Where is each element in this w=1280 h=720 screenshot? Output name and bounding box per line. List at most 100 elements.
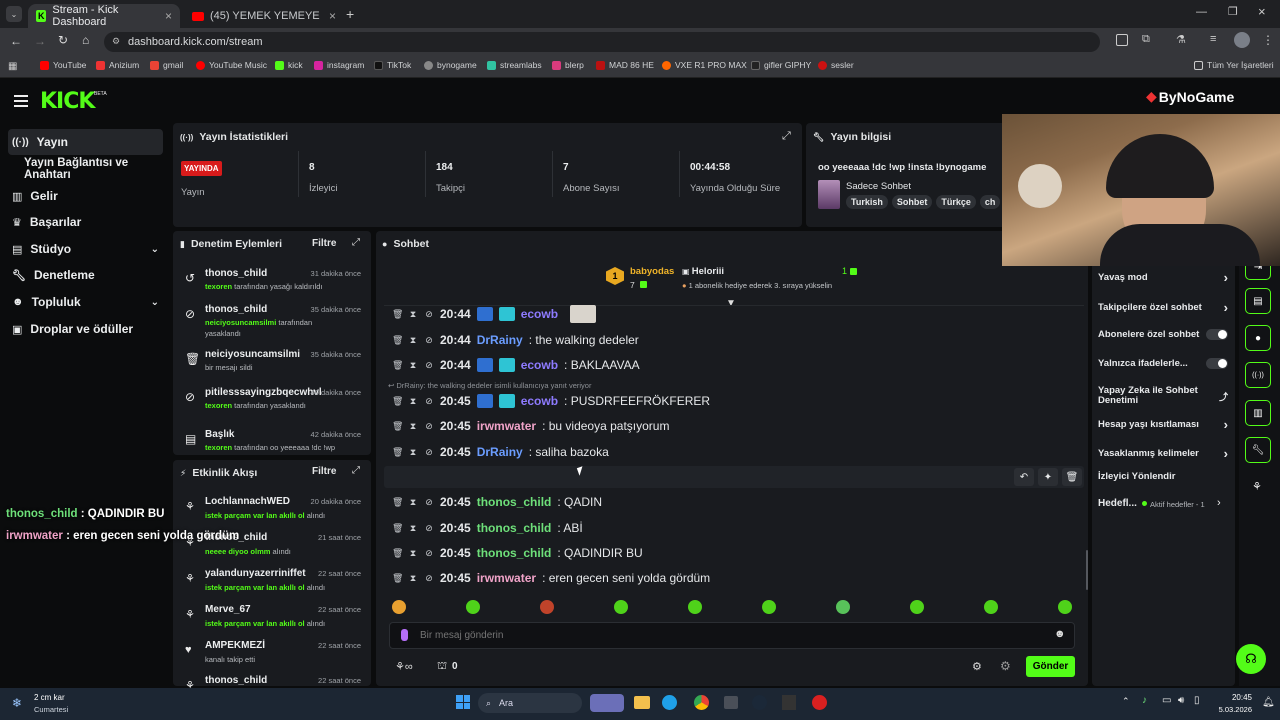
ban-icon[interactable]: ⊘ bbox=[424, 421, 434, 432]
mod-action-item[interactable]: ⊘ pitilesssayingzbqecwhvl 40 dakika önce te… bbox=[181, 385, 371, 421]
network-icon[interactable]: ▭ bbox=[1162, 695, 1171, 706]
activity-item[interactable]: ♥ AMPEKMEZİ 22 saat önce kanalı takip etti bbox=[181, 638, 371, 672]
chat-message[interactable]: 🗑︎ ⧗ ⊘ 20:44 DrRainy: the walking dedeler bbox=[392, 330, 639, 350]
goals-label[interactable]: Hedefl... bbox=[1098, 498, 1137, 509]
chat-message[interactable]: 🗑︎ ⧗ ⊘ 20:44 ecowb: BAKLAAVAA bbox=[392, 355, 640, 375]
timeout-icon[interactable]: ⧗ bbox=[408, 335, 418, 346]
emote-icon[interactable] bbox=[910, 600, 924, 614]
chat-setting-item[interactable]: Hesap yaşı kısıtlaması › bbox=[1098, 417, 1228, 432]
bookmark-giphy[interactable]: gifler GIPHY bbox=[751, 60, 811, 70]
expand-icon[interactable]: ⤢ bbox=[352, 237, 360, 248]
message-username[interactable]: ecowb bbox=[521, 307, 558, 321]
file-explorer-icon[interactable] bbox=[634, 696, 650, 709]
volume-icon[interactable]: 🔊︎ bbox=[1178, 695, 1184, 706]
sidebar-item-topluluk[interactable]: ☻ Topluluk ⌄ bbox=[8, 289, 163, 315]
emote-icon[interactable] bbox=[688, 600, 702, 614]
bookmark-youtube[interactable]: YouTube bbox=[40, 60, 86, 70]
bookmark-streamlabs[interactable]: streamlabs bbox=[487, 60, 542, 70]
screenshot-icon[interactable] bbox=[1116, 34, 1128, 46]
emote-icon[interactable] bbox=[984, 600, 998, 614]
chevron-right-icon[interactable]: › bbox=[1217, 497, 1221, 509]
message-username[interactable]: ecowb bbox=[521, 358, 558, 372]
message-username[interactable]: DrRainy bbox=[477, 333, 523, 347]
send-button[interactable]: Gönder bbox=[1026, 656, 1075, 677]
sidebar-item-denetleme[interactable]: 🔧︎ Denetleme bbox=[8, 262, 163, 288]
bookmark-vxe[interactable]: VXE R1 PRO MAX bbox=[662, 60, 747, 70]
chat-message[interactable]: 🗑︎ ⧗ ⊘ 20:45 irwmwater: eren gecen seni yold… bbox=[392, 568, 710, 588]
url-field[interactable]: ⚙ dashboard.kick.com/stream bbox=[104, 32, 1100, 52]
delete-message-icon[interactable]: 🗑︎ bbox=[392, 523, 403, 534]
timeout-icon[interactable]: ⧗ bbox=[408, 360, 418, 371]
delete-message-icon[interactable]: 🗑︎ bbox=[392, 335, 403, 346]
notification-icon[interactable]: 🔔︎ bbox=[1262, 697, 1275, 708]
menu-dots-icon[interactable]: ⋮ bbox=[1262, 33, 1274, 47]
bookmark-sesler[interactable]: sesler bbox=[818, 60, 854, 70]
mod-actions-filter-button[interactable]: Filtre bbox=[312, 238, 336, 249]
minimize-icon[interactable]: — bbox=[1196, 6, 1207, 18]
bookmark-anizium[interactable]: Anizium bbox=[96, 60, 139, 70]
sidebar-item-stream-key[interactable]: Yayın Bağlantısı ve Anahtarı bbox=[20, 156, 170, 182]
chat-setting-item[interactable]: Yasaklanmış kelimeler › bbox=[1098, 446, 1228, 461]
sidebar-item-studyo[interactable]: ▤ Stüdyo ⌄ bbox=[8, 236, 163, 262]
site-info-icon[interactable]: ⚙ bbox=[112, 36, 120, 47]
chat-setting-item[interactable]: Yalnızca ifadelerle... bbox=[1098, 358, 1228, 369]
bookmark-tiktok[interactable]: TikTok bbox=[374, 60, 411, 70]
chat-message[interactable]: 🗑︎ ⧗ ⊘ 20:45 thonos_child: ABİ bbox=[392, 518, 583, 538]
rail-layout-button[interactable]: ▥ bbox=[1245, 400, 1271, 426]
emote-icon[interactable] bbox=[762, 600, 776, 614]
close-tab-icon[interactable]: × bbox=[165, 9, 172, 23]
message-username[interactable]: DrRainy bbox=[477, 445, 523, 459]
tag-pill[interactable]: Türkçe bbox=[936, 195, 976, 209]
timeout-icon[interactable]: ⧗ bbox=[408, 447, 418, 458]
tray-chevron-icon[interactable]: ⌃ bbox=[1122, 696, 1130, 707]
lab-icon[interactable]: ⚗ bbox=[1176, 33, 1186, 46]
delete-message-icon[interactable]: 🗑︎ bbox=[392, 497, 403, 508]
media-icon[interactable]: ≡ bbox=[1210, 33, 1216, 45]
undo-icon[interactable]: ↶ bbox=[1014, 468, 1034, 486]
delete-message-icon[interactable]: 🗑︎ bbox=[392, 421, 403, 432]
timeout-icon[interactable]: ⧗ bbox=[408, 497, 418, 508]
weather-text[interactable]: 2 cm kar bbox=[34, 693, 65, 702]
message-username[interactable]: thonos_child bbox=[477, 546, 552, 560]
mod-tools-icon[interactable]: ⚙ bbox=[1000, 659, 1011, 673]
delete-message-icon[interactable]: 🗑︎ bbox=[392, 309, 403, 320]
expand-icon[interactable]: ⤢ bbox=[782, 130, 791, 143]
channel-points-icon[interactable]: ⚘∞ bbox=[395, 660, 413, 673]
rail-chat-button[interactable]: ● bbox=[1245, 325, 1271, 351]
delete-message-icon[interactable]: 🗑︎ bbox=[392, 548, 403, 559]
chat-message[interactable]: 🗑︎ ⧗ ⊘ 20:45 thonos_child: QADIN bbox=[392, 492, 602, 512]
clock-time[interactable]: 20:45 bbox=[1212, 693, 1252, 702]
sidebar-item-gelir[interactable]: ▥ Gelir bbox=[8, 183, 163, 209]
timeout-icon[interactable]: ⧗ bbox=[408, 309, 418, 320]
tag-pill[interactable]: Sohbet bbox=[891, 195, 933, 209]
expand-icon[interactable]: ⤢ bbox=[352, 465, 360, 476]
timeout-icon[interactable]: ⧗ bbox=[408, 573, 418, 584]
tab-search-icon[interactable]: ⌄ bbox=[6, 6, 22, 22]
mod-action-item[interactable]: 🗑︎ neiciyosuncamsilmi 35 dakika önce bir me… bbox=[181, 347, 371, 383]
ban-icon[interactable]: ⊘ bbox=[424, 497, 434, 508]
back-icon[interactable]: ← bbox=[10, 34, 22, 48]
emote-icon[interactable] bbox=[540, 600, 554, 614]
ban-icon[interactable]: ⊘ bbox=[424, 335, 434, 346]
emoji-icon[interactable]: ☻ bbox=[1054, 628, 1066, 640]
extensions-icon[interactable]: ⧉ bbox=[1142, 33, 1150, 46]
message-username[interactable]: irwmwater bbox=[477, 571, 536, 585]
all-bookmarks-folder[interactable]: Tüm Yer İşaretleri bbox=[1194, 60, 1274, 70]
reload-icon[interactable]: ↻ bbox=[58, 33, 68, 47]
activity-item[interactable]: ⚘ Merve_67 22 saat önce istek parçam var la… bbox=[181, 602, 371, 636]
bookmark-kick[interactable]: kick bbox=[275, 60, 303, 70]
message-username[interactable]: ecowb bbox=[521, 394, 558, 408]
timeout-icon[interactable]: ⧗ bbox=[408, 548, 418, 559]
store-icon[interactable]: ⛫ bbox=[437, 660, 447, 674]
emote-icon[interactable] bbox=[1058, 600, 1072, 614]
emote-icon[interactable] bbox=[836, 600, 850, 614]
support-button[interactable]: ☊ bbox=[1236, 644, 1266, 674]
hamburger-menu-icon[interactable] bbox=[14, 95, 28, 107]
taskbar-search[interactable]: ⌕ Ara bbox=[478, 693, 582, 713]
scroll-down-icon[interactable]: ▼ bbox=[726, 298, 736, 309]
chat-message[interactable]: 🗑︎ ⧗ ⊘ 20:45 irwmwater: bu videoya patşıyoru… bbox=[392, 416, 669, 436]
chat-message[interactable]: 🗑︎ ⧗ ⊘ 20:44 ecowb bbox=[392, 304, 597, 324]
delete-message-icon[interactable]: 🗑︎ bbox=[392, 447, 403, 458]
windows-start-icon[interactable] bbox=[456, 695, 470, 709]
tab-kick-dashboard[interactable]: K Stream - Kick Dashboard × bbox=[28, 4, 180, 28]
